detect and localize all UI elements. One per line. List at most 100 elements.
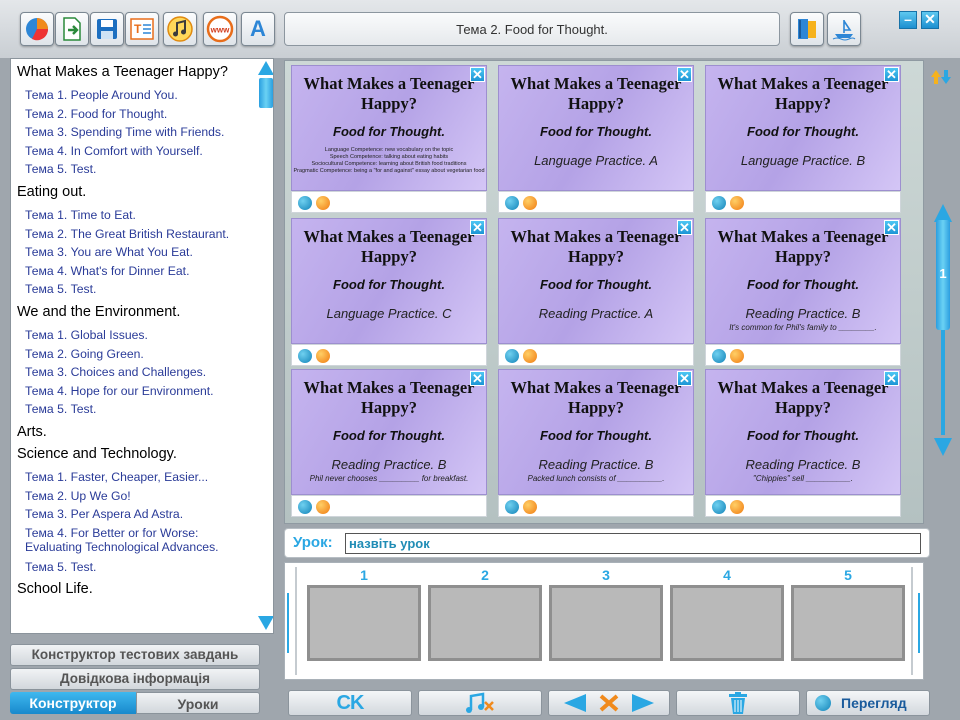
filmstrip-slot[interactable] <box>428 585 542 661</box>
sidebar-section-title[interactable]: Eating out. <box>17 184 257 200</box>
orange-dot-icon[interactable] <box>523 500 537 514</box>
grid-scroll-track[interactable] <box>941 330 945 435</box>
close-icon[interactable]: ✕ <box>884 371 899 386</box>
orange-dot-icon[interactable] <box>523 349 537 363</box>
close-icon[interactable]: ✕ <box>884 220 899 235</box>
slide-card[interactable]: What Makes a Teenager Happy? Food for Th… <box>705 369 901 519</box>
blue-dot-icon[interactable] <box>298 196 312 210</box>
grid-scroll-thumb[interactable]: 1 <box>936 220 950 330</box>
blue-dot-icon[interactable] <box>712 500 726 514</box>
help-button[interactable]: Довідкова інформація <box>10 668 260 690</box>
sidebar-topic-item[interactable]: Тема 4. What's for Dinner Eat. <box>15 262 257 281</box>
sidebar-scroll-thumb[interactable] <box>259 78 273 108</box>
sidebar-topic-item[interactable]: Тема 5. Test. <box>15 280 257 299</box>
sidebar-topic-item[interactable]: Тема 2. Food for Thought. <box>15 105 257 124</box>
sidebar-topic-item[interactable]: Тема 5. Test. <box>15 558 257 577</box>
slide-card[interactable]: What Makes a Teenager Happy? Food for Th… <box>291 218 487 368</box>
delete-slide-icon[interactable] <box>597 692 621 714</box>
web-link-icon[interactable]: www <box>203 12 237 46</box>
slide-thumbnail[interactable]: What Makes a Teenager Happy? Food for Th… <box>291 218 487 344</box>
orange-dot-icon[interactable] <box>730 196 744 210</box>
orange-dot-icon[interactable] <box>730 349 744 363</box>
slide-card[interactable]: What Makes a Teenager Happy? Food for Th… <box>705 65 901 215</box>
close-icon[interactable]: ✕ <box>470 220 485 235</box>
filmstrip-slot[interactable] <box>670 585 784 661</box>
scroll-down-icon[interactable] <box>258 616 273 630</box>
sidebar-section-title[interactable]: We and the Environment. <box>17 304 257 320</box>
tab-constructor[interactable]: Конструктор <box>10 692 136 714</box>
pie-chart-icon[interactable] <box>20 12 54 46</box>
close-icon[interactable]: ✕ <box>677 371 692 386</box>
blue-dot-icon[interactable] <box>712 196 726 210</box>
slide-thumbnail[interactable]: What Makes a Teenager Happy? Food for Th… <box>498 65 694 191</box>
sidebar-topic-item[interactable]: Тема 2. Going Green. <box>15 345 257 364</box>
close-icon[interactable]: ✕ <box>470 67 485 82</box>
blue-dot-icon[interactable] <box>712 349 726 363</box>
sidebar-topic-item[interactable]: Тема 4. In Comfort with Yourself. <box>15 142 257 161</box>
slide-thumbnail[interactable]: What Makes a Teenager Happy? Food for Th… <box>705 65 901 191</box>
audio-icon[interactable] <box>163 12 197 46</box>
sidebar-section-title[interactable]: School Life. <box>17 581 257 597</box>
close-window-button[interactable]: ✕ <box>921 11 939 29</box>
slide-card[interactable]: What Makes a Teenager Happy? Food for Th… <box>291 369 487 519</box>
tab-lessons[interactable]: Уроки <box>136 692 260 714</box>
slide-thumbnail[interactable]: What Makes a Teenager Happy? Food for Th… <box>705 369 901 495</box>
sidebar-topic-item[interactable]: Тема 1. People Around You. <box>15 86 257 105</box>
previous-icon[interactable] <box>560 692 588 714</box>
close-icon[interactable]: ✕ <box>677 67 692 82</box>
sidebar-topic-item[interactable]: Тема 3. You are What You Eat. <box>15 243 257 262</box>
blue-dot-icon[interactable] <box>298 500 312 514</box>
orange-dot-icon[interactable] <box>316 349 330 363</box>
preview-button[interactable]: Перегляд <box>806 690 930 716</box>
orange-dot-icon[interactable] <box>316 196 330 210</box>
sidebar-section-title[interactable]: Science and Technology. <box>17 446 257 462</box>
sidebar-topic-item[interactable]: Тема 5. Test. <box>15 400 257 419</box>
sidebar-topic-item[interactable]: Тема 4. For Better or for Worse: Evaluat… <box>15 526 257 555</box>
sidebar-topic-item[interactable]: Тема 3. Choices and Challenges. <box>15 363 257 382</box>
ship-icon[interactable] <box>827 12 861 46</box>
test-constructor-button[interactable]: Конструктор тестових завдань <box>10 644 260 666</box>
sidebar-topic-item[interactable]: Тема 5. Test. <box>15 160 257 179</box>
font-a-button[interactable]: A <box>241 12 275 46</box>
sidebar-topic-item[interactable]: Тема 4. Hope for our Environment. <box>15 382 257 401</box>
sidebar-section-title[interactable]: Arts. <box>17 424 257 440</box>
blue-dot-icon[interactable] <box>505 349 519 363</box>
import-file-icon[interactable] <box>55 12 89 46</box>
slide-thumbnail[interactable]: What Makes a Teenager Happy? Food for Th… <box>498 218 694 344</box>
remove-audio-button[interactable] <box>418 690 542 716</box>
blue-dot-icon[interactable] <box>505 196 519 210</box>
lesson-name-input[interactable] <box>345 533 921 554</box>
slide-card[interactable]: What Makes a Teenager Happy? Food for Th… <box>498 369 694 519</box>
sidebar-topic-item[interactable]: Тема 2. The Great British Restaurant. <box>15 225 257 244</box>
next-icon[interactable] <box>630 692 658 714</box>
save-icon[interactable] <box>90 12 124 46</box>
sidebar-topic-item[interactable]: Тема 2. Up We Go! <box>15 487 257 506</box>
slide-card[interactable]: What Makes a Teenager Happy? Food for Th… <box>705 218 901 368</box>
sidebar-topic-item[interactable]: Тема 1. Global Issues. <box>15 326 257 345</box>
filmstrip-slot[interactable] <box>549 585 663 661</box>
close-icon[interactable]: ✕ <box>470 371 485 386</box>
slide-card[interactable]: What Makes a Teenager Happy? Food for Th… <box>291 65 487 215</box>
orange-dot-icon[interactable] <box>523 196 537 210</box>
trash-button[interactable] <box>676 690 800 716</box>
text-edit-icon[interactable]: T <box>125 12 159 46</box>
sidebar-topic-item[interactable]: Тема 3. Per Aspera Ad Astra. <box>15 505 257 524</box>
book-icon[interactable] <box>790 12 824 46</box>
sort-arrows-icon[interactable] <box>930 68 952 86</box>
sidebar-topic-item[interactable]: Тема 1. Faster, Cheaper, Easier... <box>15 468 257 487</box>
slide-card[interactable]: What Makes a Teenager Happy? Food for Th… <box>498 218 694 368</box>
slide-thumbnail[interactable]: What Makes a Teenager Happy? Food for Th… <box>291 369 487 495</box>
filmstrip-slot[interactable] <box>307 585 421 661</box>
ck-button[interactable]: CK <box>288 690 412 716</box>
scroll-up-icon[interactable] <box>258 61 273 75</box>
slide-thumbnail[interactable]: What Makes a Teenager Happy? Food for Th… <box>498 369 694 495</box>
grid-scroll-down-icon[interactable] <box>934 438 952 456</box>
blue-dot-icon[interactable] <box>505 500 519 514</box>
sidebar-section-title[interactable]: What Makes a Teenager Happy? <box>17 64 257 80</box>
close-icon[interactable]: ✕ <box>884 67 899 82</box>
blue-dot-icon[interactable] <box>298 349 312 363</box>
filmstrip-slot[interactable] <box>791 585 905 661</box>
minimize-button[interactable]: – <box>899 11 917 29</box>
orange-dot-icon[interactable] <box>730 500 744 514</box>
slide-card[interactable]: What Makes a Teenager Happy? Food for Th… <box>498 65 694 215</box>
